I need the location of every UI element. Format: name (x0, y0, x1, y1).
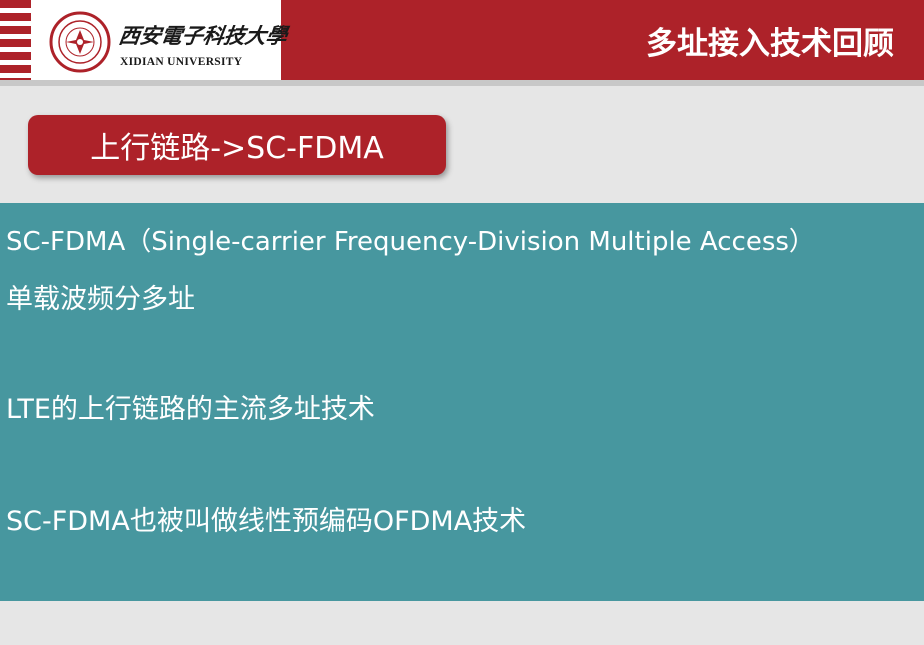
content-line: SC-FDMA（Single-carrier Frequency-Divisio… (6, 227, 815, 257)
content-panel: SC-FDMA（Single-carrier Frequency-Divisio… (0, 203, 924, 601)
content-line: SC-FDMA也被叫做线性预编码OFDMA技术 (6, 506, 527, 537)
decorative-stripes (0, 0, 31, 80)
university-name-cn: 西安電子科技大學 (117, 23, 289, 48)
university-seal-icon (49, 11, 111, 73)
university-name-en: XIDIAN UNIVERSITY (120, 56, 243, 68)
page-title: 多址接入技术回顾 (646, 26, 894, 62)
content-line: 单载波频分多址 (6, 284, 195, 315)
section-badge: 上行链路->SC-FDMA (28, 115, 446, 175)
university-logo: 西安電子科技大學 XIDIAN UNIVERSITY (31, 0, 289, 80)
content-line: LTE的上行链路的主流多址技术 (6, 394, 375, 425)
header-divider (0, 80, 924, 86)
